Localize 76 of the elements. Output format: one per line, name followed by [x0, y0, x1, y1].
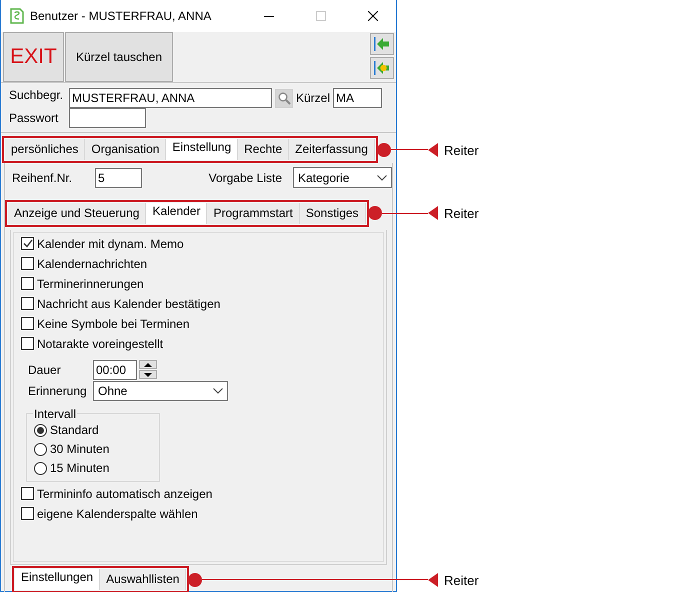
- checkbox-label: Kalender mit dynam. Memo: [37, 236, 184, 251]
- dropdown-value: Kategorie: [298, 170, 350, 185]
- tab[interactable]: Organisation: [85, 139, 166, 160]
- pointer-triangle-icon: [428, 142, 438, 156]
- checkbox[interactable]: [21, 297, 34, 310]
- checkbox-label: Nachricht aus Kalender bestätigen: [37, 296, 220, 311]
- callout-label: Reiter: [444, 142, 479, 158]
- chevron-down-icon: [213, 388, 223, 394]
- tab[interactable]: Sonstiges: [300, 202, 366, 224]
- app-icon: [10, 8, 24, 24]
- tab[interactable]: Zeiterfassung: [289, 139, 375, 160]
- tab[interactable]: persönliches: [5, 139, 86, 160]
- tab[interactable]: Programmstart: [207, 202, 300, 224]
- close-icon[interactable]: [368, 11, 378, 21]
- checkbox-label: Terminerinnerungen: [37, 276, 144, 291]
- checkbox[interactable]: [21, 277, 34, 290]
- field-label: Reihenf.Nr.: [12, 170, 74, 185]
- tab[interactable]: Rechte: [238, 139, 290, 160]
- tab[interactable]: Kalender: [146, 202, 208, 224]
- tab[interactable]: Auswahllisten: [100, 569, 186, 590]
- checkbox-label: eigene Kalenderspalte wählen: [37, 506, 198, 521]
- checkbox[interactable]: [21, 337, 34, 350]
- field-label: Erinnerung: [28, 384, 88, 398]
- exit-button[interactable]: EXIT: [3, 32, 64, 82]
- field-label: Passwort: [9, 111, 60, 125]
- time-field[interactable]: 00:00: [93, 360, 137, 380]
- checkbox-label: Termininfo automatisch anzeigen: [37, 486, 212, 501]
- radio-label: Standard: [50, 423, 99, 438]
- checkbox[interactable]: [21, 317, 34, 330]
- maximize-icon: [316, 11, 326, 21]
- chevron-down-icon: [377, 174, 387, 181]
- input-field[interactable]: MA: [333, 88, 382, 108]
- tab[interactable]: Einstellungen: [15, 569, 100, 590]
- triangle-up-icon: [144, 362, 152, 367]
- radio-button[interactable]: [34, 442, 47, 456]
- password-field[interactable]: [69, 108, 146, 128]
- checkbox-label: Keine Symbole bei Terminen: [37, 316, 190, 331]
- leader-line: [382, 212, 428, 214]
- checkbox-label: Notarakte voreingestellt: [37, 336, 164, 351]
- field-label: Dauer: [28, 362, 62, 377]
- window-title: Benutzer - MUSTERFRAU, ANNA: [30, 9, 212, 23]
- tab[interactable]: Einstellung: [166, 139, 238, 160]
- checkbox-label: Kalendernachrichten: [37, 256, 148, 271]
- search-field[interactable]: MUSTERFRAU, ANNA: [69, 88, 272, 108]
- checkbox[interactable]: [21, 237, 34, 250]
- arrow-left-icon: [374, 37, 390, 51]
- dropdown-value: Ohne: [98, 384, 128, 398]
- spin-up-button[interactable]: [139, 360, 157, 370]
- radio-button[interactable]: [34, 424, 47, 437]
- group-title: Intervall: [33, 406, 78, 421]
- search-icon: [278, 92, 290, 104]
- radio-label: 30 Minuten: [50, 442, 110, 456]
- spin-down-button[interactable]: [139, 370, 157, 380]
- arrow-left-icon: [374, 61, 390, 75]
- field-label: Kürzel: [296, 91, 330, 105]
- checkbox[interactable]: [21, 487, 34, 500]
- radio-label: 15 Minuten: [50, 461, 110, 476]
- checkbox[interactable]: [21, 507, 34, 520]
- arrow-left-button[interactable]: [370, 33, 394, 55]
- callout-label: Reiter: [444, 206, 479, 222]
- checkbox[interactable]: [21, 257, 34, 270]
- radio-button[interactable]: [34, 462, 47, 475]
- leader-line: [390, 149, 428, 150]
- arrow-left-button[interactable]: [370, 57, 394, 79]
- dropdown[interactable]: Ohne: [93, 380, 228, 401]
- pointer-triangle-icon: [428, 206, 438, 220]
- dropdown[interactable]: Kategorie: [293, 167, 392, 188]
- search-button[interactable]: [275, 88, 293, 108]
- input-field[interactable]: 5: [95, 168, 142, 188]
- tab[interactable]: Anzeige und Steuerung: [8, 202, 146, 224]
- callout-label: Reiter: [444, 572, 479, 588]
- pointer-triangle-icon: [428, 572, 438, 586]
- field-label: Vorgabe Liste: [208, 170, 282, 185]
- field-label: Suchbegr.: [9, 88, 64, 104]
- toolbar-button[interactable]: Kürzel tauschen: [65, 32, 173, 82]
- triangle-down-icon: [144, 372, 152, 377]
